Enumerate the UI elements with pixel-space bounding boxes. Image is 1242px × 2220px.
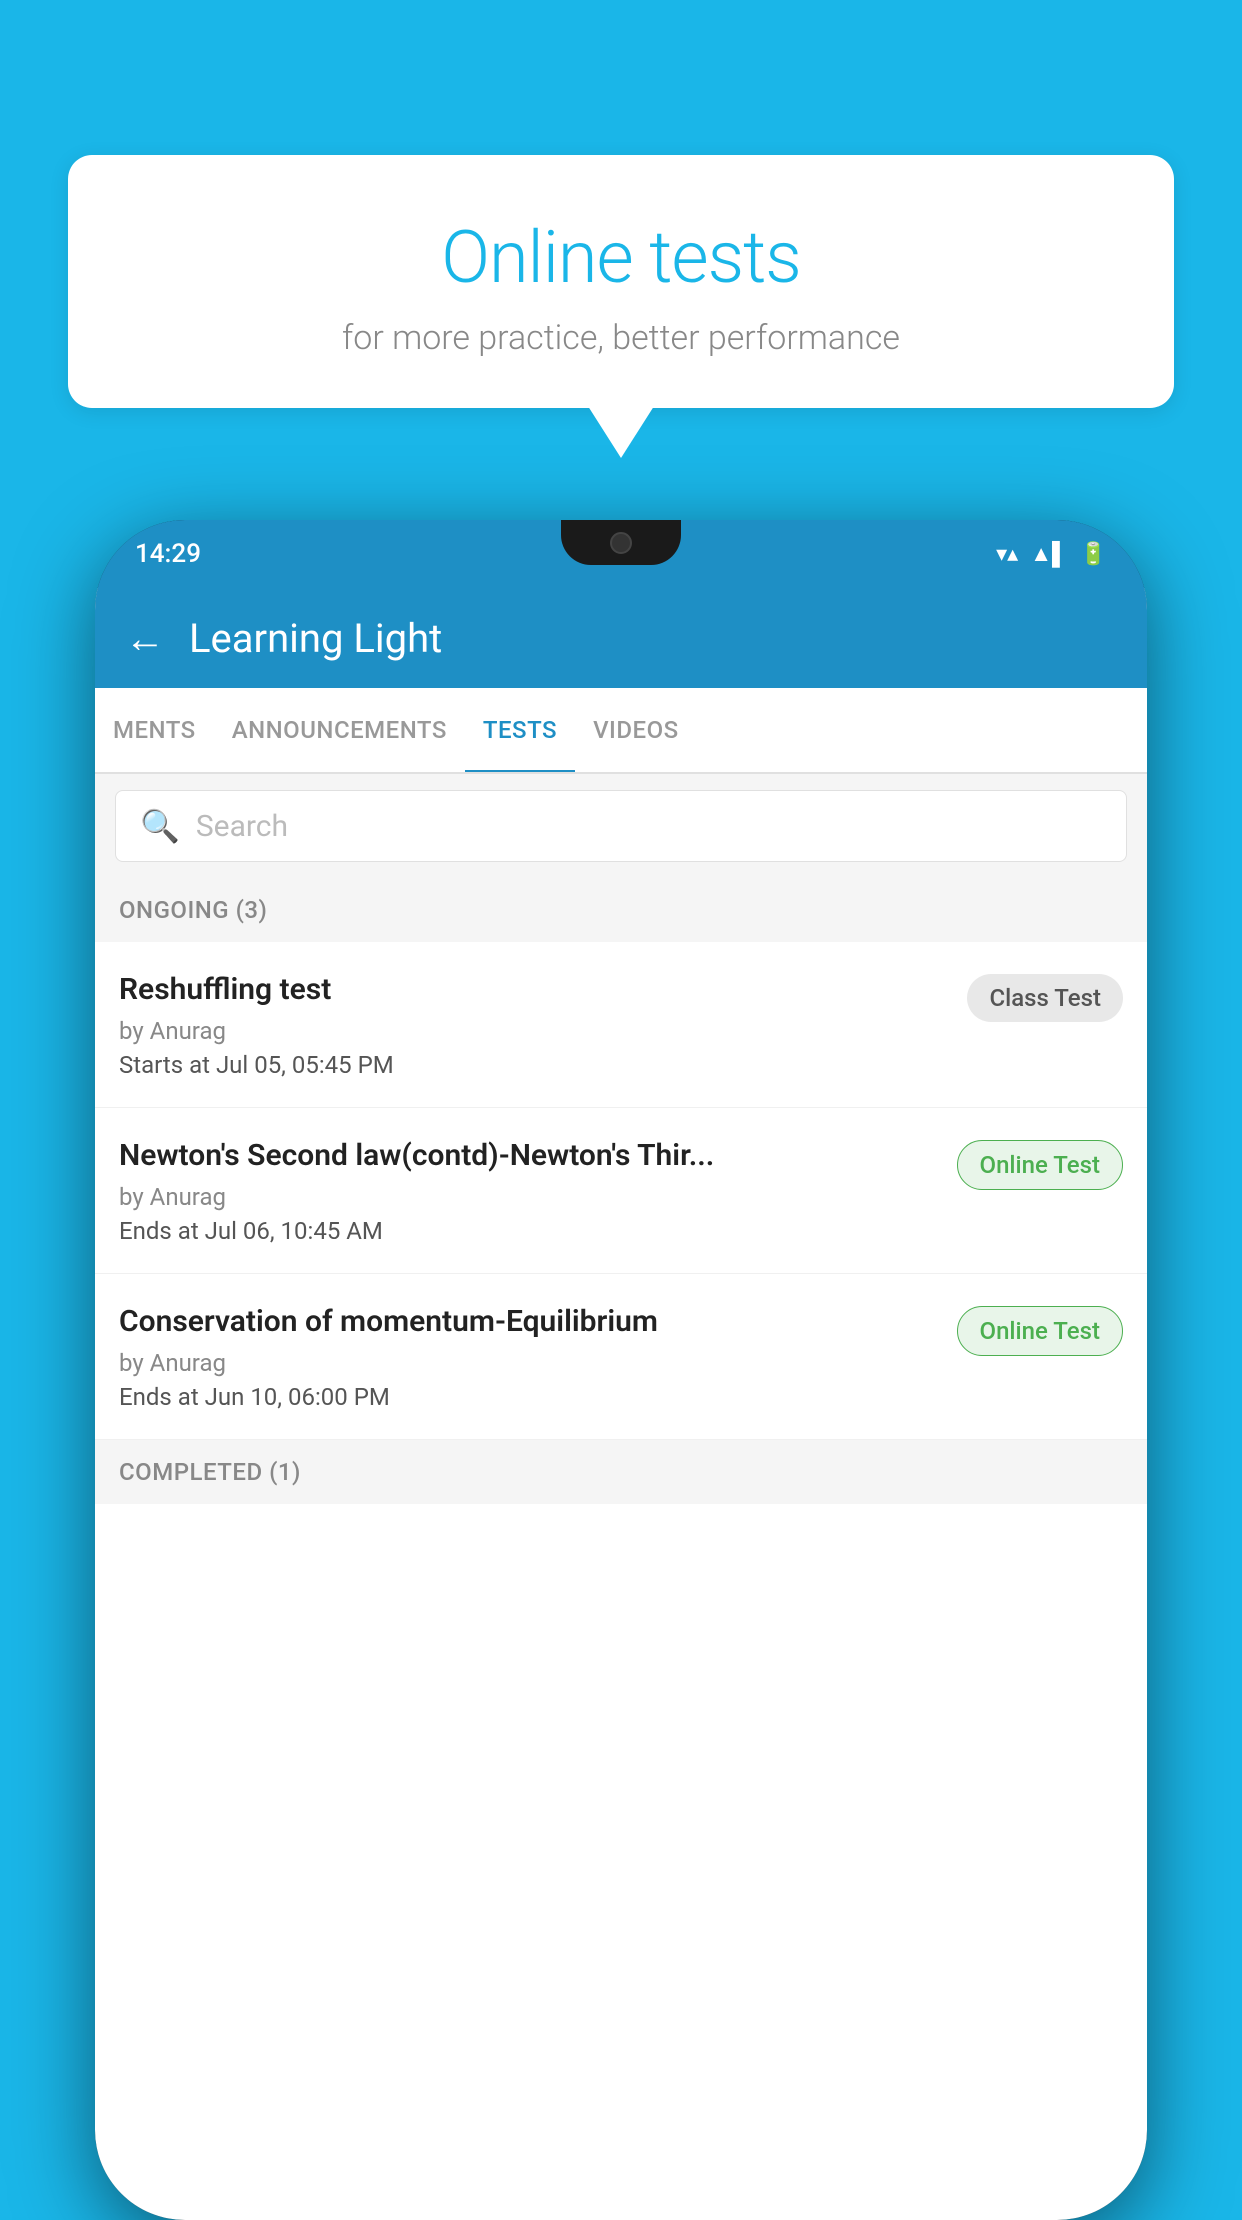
test-author: by Anurag	[119, 1183, 941, 1211]
test-item[interactable]: Reshuffling test by Anurag Starts at Jul…	[95, 942, 1147, 1108]
test-time: Starts at Jul 05, 05:45 PM	[119, 1051, 951, 1079]
tab-videos[interactable]: VIDEOS	[575, 688, 697, 772]
speech-bubble: Online tests for more practice, better p…	[68, 155, 1174, 408]
search-icon: 🔍	[140, 807, 180, 845]
ongoing-section-label: ONGOING (3)	[95, 878, 1147, 942]
test-author: by Anurag	[119, 1017, 951, 1045]
test-name: Reshuffling test	[119, 970, 951, 1009]
status-icons: ▾▴ ▲▌ 🔋	[996, 541, 1107, 567]
time-label: Ends at	[119, 1383, 199, 1411]
time-value: Jun 10, 06:00 PM	[205, 1383, 390, 1411]
tab-announcements[interactable]: ANNOUNCEMENTS	[214, 688, 465, 772]
online-test-badge: Online Test	[957, 1140, 1123, 1190]
speech-bubble-container: Online tests for more practice, better p…	[68, 155, 1174, 408]
phone-notch	[561, 520, 681, 565]
test-name: Conservation of momentum-Equilibrium	[119, 1302, 941, 1341]
test-info: Reshuffling test by Anurag Starts at Jul…	[119, 970, 951, 1079]
wifi-icon: ▾▴	[996, 542, 1018, 567]
test-author: by Anurag	[119, 1349, 941, 1377]
test-time: Ends at Jul 06, 10:45 AM	[119, 1217, 941, 1245]
bubble-subtitle: for more practice, better performance	[108, 318, 1134, 358]
class-test-badge: Class Test	[967, 974, 1123, 1022]
time-label: Ends at	[119, 1217, 199, 1245]
status-time: 14:29	[135, 539, 201, 569]
phone-screen: ← Learning Light MENTS ANNOUNCEMENTS TES…	[95, 588, 1147, 2220]
completed-section-label: COMPLETED (1)	[95, 1440, 1147, 1504]
tabs-container: MENTS ANNOUNCEMENTS TESTS VIDEOS	[95, 688, 1147, 774]
time-label: Starts at	[119, 1051, 210, 1079]
phone-frame: 14:29 ▾▴ ▲▌ 🔋 ← Learning Light MENTS ANN…	[95, 520, 1147, 2220]
time-value: Jul 06, 10:45 AM	[205, 1217, 383, 1245]
tab-tests[interactable]: TESTS	[465, 688, 575, 772]
time-value: Jul 05, 05:45 PM	[216, 1051, 394, 1079]
tab-ments[interactable]: MENTS	[95, 688, 214, 772]
test-info: Conservation of momentum-Equilibrium by …	[119, 1302, 941, 1411]
online-test-badge-2: Online Test	[957, 1306, 1123, 1356]
search-bar[interactable]: 🔍 Search	[115, 790, 1127, 862]
bubble-title: Online tests	[108, 215, 1134, 300]
test-list: Reshuffling test by Anurag Starts at Jul…	[95, 942, 1147, 1440]
search-container: 🔍 Search	[95, 774, 1147, 878]
search-placeholder: Search	[196, 809, 288, 844]
test-item[interactable]: Newton's Second law(contd)-Newton's Thir…	[95, 1108, 1147, 1274]
signal-icon: ▲▌	[1030, 541, 1067, 567]
app-bar: ← Learning Light	[95, 588, 1147, 688]
back-button[interactable]: ←	[125, 615, 165, 662]
app-bar-title: Learning Light	[189, 615, 442, 662]
test-time: Ends at Jun 10, 06:00 PM	[119, 1383, 941, 1411]
camera	[610, 532, 632, 554]
test-item[interactable]: Conservation of momentum-Equilibrium by …	[95, 1274, 1147, 1440]
battery-icon: 🔋	[1080, 542, 1107, 567]
status-bar: 14:29 ▾▴ ▲▌ 🔋	[95, 520, 1147, 588]
test-info: Newton's Second law(contd)-Newton's Thir…	[119, 1136, 941, 1245]
test-name: Newton's Second law(contd)-Newton's Thir…	[119, 1136, 941, 1175]
